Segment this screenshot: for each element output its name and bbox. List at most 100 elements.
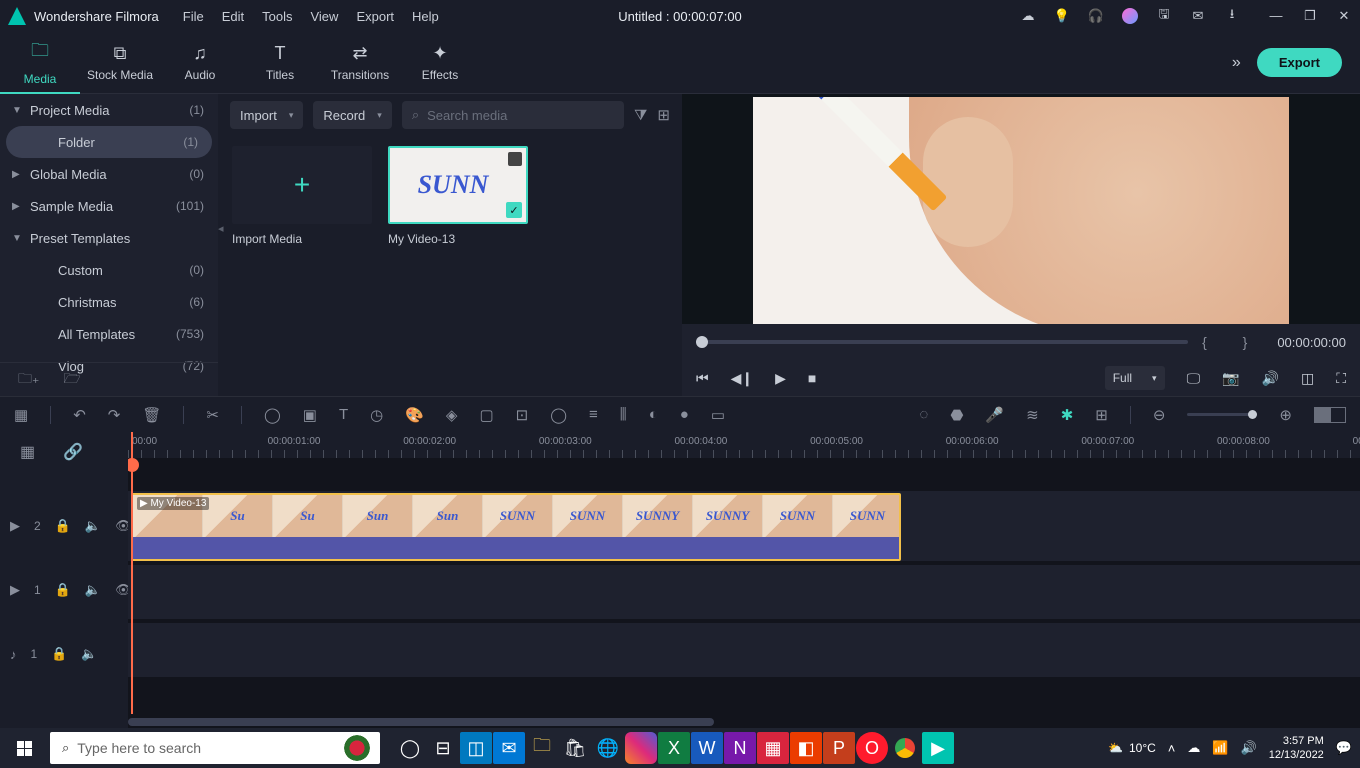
sidebar-item-all-templates[interactable]: All Templates(753) xyxy=(0,318,218,350)
magnet-icon[interactable]: ✱ xyxy=(1061,406,1074,424)
group-icon[interactable]: ▭ xyxy=(711,406,725,424)
sidebar-item-preset-templates[interactable]: ▼Preset Templates xyxy=(0,222,218,254)
volume-icon[interactable]: 🔊 xyxy=(1262,370,1279,387)
display-icon[interactable]: 🖵 xyxy=(1187,370,1201,387)
mixer-icon[interactable]: ⫼ xyxy=(620,406,627,423)
headphones-icon[interactable]: 🎧 xyxy=(1088,8,1104,24)
app-onenote[interactable]: N xyxy=(724,732,756,764)
menu-tools[interactable]: Tools xyxy=(262,9,292,24)
text-tool-icon[interactable]: T xyxy=(339,406,348,423)
preview-scrubber[interactable] xyxy=(696,340,1188,344)
speed-icon[interactable]: ◷ xyxy=(370,406,383,424)
app-opera[interactable]: O xyxy=(856,732,888,764)
account-icon[interactable] xyxy=(1122,8,1138,24)
import-media-tile[interactable]: + xyxy=(232,146,372,224)
zoom-in-icon[interactable]: ⊕ xyxy=(1279,406,1292,424)
app-excel[interactable]: X xyxy=(658,732,690,764)
render-icon[interactable]: ◐ xyxy=(649,406,658,423)
record-vo-icon[interactable]: ● xyxy=(680,406,689,423)
mute-icon[interactable]: 🔈 xyxy=(85,582,101,598)
app-trello[interactable]: ◫ xyxy=(460,732,492,764)
tab-transitions[interactable]: ⇄Transitions xyxy=(320,32,400,94)
keyframe-icon[interactable]: ◈ xyxy=(446,406,458,424)
mute-icon[interactable]: 🔈 xyxy=(85,518,101,534)
redo-icon[interactable]: ↷ xyxy=(108,406,121,424)
delete-icon[interactable]: 🗑 xyxy=(142,406,161,424)
taskview-icon[interactable]: ◯ xyxy=(394,732,426,764)
tab-stock-media[interactable]: ⧉Stock Media xyxy=(80,32,160,94)
cortana-icon[interactable]: ⊟ xyxy=(427,732,459,764)
lock-icon[interactable]: 🔒 xyxy=(55,518,71,534)
select-tool-icon[interactable]: ▦ xyxy=(14,406,28,424)
crop-icon[interactable]: ▣ xyxy=(303,406,317,424)
mark-in-out-icon[interactable]: { } xyxy=(1202,334,1263,350)
maximize-button[interactable]: ❐ xyxy=(1302,8,1318,24)
menu-view[interactable]: View xyxy=(310,9,338,24)
track-header-v1[interactable]: ▶1 🔒 🔈 👁 xyxy=(0,562,128,618)
record-dropdown[interactable]: Record▾ xyxy=(313,101,391,129)
track-header-v2[interactable]: ▶2 🔒 🔈 👁 xyxy=(0,490,128,562)
fullscreen-icon[interactable]: ⛶ xyxy=(1336,370,1346,387)
sidebar-item-folder[interactable]: Folder(1) xyxy=(6,126,212,158)
zoom-out-icon[interactable]: ⊖ xyxy=(1153,406,1166,424)
app-powerpoint[interactable]: P xyxy=(823,732,855,764)
detach-icon[interactable]: ⊡ xyxy=(516,406,529,424)
tab-titles[interactable]: TTitles xyxy=(240,32,320,94)
stop-icon[interactable]: ■ xyxy=(808,370,816,386)
notifications-icon[interactable]: 💬 xyxy=(1336,740,1352,756)
expand-tabs-icon[interactable]: » xyxy=(1216,54,1257,72)
snapshot-icon[interactable]: 📷 xyxy=(1222,370,1239,387)
app-explorer[interactable]: 🗀 xyxy=(526,732,558,764)
tray-volume-icon[interactable]: 🔊 xyxy=(1241,740,1257,756)
compare-icon[interactable]: ◫ xyxy=(1301,370,1314,387)
grid-view-icon[interactable]: ⊞ xyxy=(657,106,670,124)
app-filmora[interactable]: ▶ xyxy=(922,732,954,764)
add-marker-icon[interactable]: ⊞ xyxy=(1095,406,1108,424)
track-a1[interactable] xyxy=(128,622,1360,678)
message-icon[interactable]: ✉ xyxy=(1190,8,1206,24)
playhead[interactable] xyxy=(131,432,133,714)
save-icon[interactable]: 🖫 xyxy=(1156,8,1172,24)
play-icon[interactable]: ▶ xyxy=(775,370,786,387)
new-folder-icon[interactable]: 🗀₊ xyxy=(18,368,39,392)
voiceover-icon[interactable]: 🎤 xyxy=(985,406,1004,424)
export-button[interactable]: Export xyxy=(1257,48,1342,77)
timeline-clip[interactable]: ▶ My Video-13 Su Su Sun Sun SUNN SUNN SU… xyxy=(131,493,901,561)
app-store[interactable]: 🛍 xyxy=(559,732,591,764)
align-icon[interactable]: ≡ xyxy=(589,406,598,423)
tray-wifi-icon[interactable]: 📶 xyxy=(1212,740,1228,756)
filter-icon[interactable]: ⧩ xyxy=(634,107,647,124)
download-icon[interactable]: ⭳ xyxy=(1224,8,1240,24)
zoom-slider[interactable] xyxy=(1187,413,1257,416)
timeline-tracks[interactable]: 00:00 00:00:01:00 00:00:02:00 00:00:03:0… xyxy=(128,432,1360,728)
app-chrome[interactable] xyxy=(889,732,921,764)
menu-export[interactable]: Export xyxy=(356,9,394,24)
sidebar-item-christmas[interactable]: Christmas(6) xyxy=(0,286,218,318)
greenscreen-icon[interactable]: ▢ xyxy=(479,406,493,424)
view-mode-toggle[interactable] xyxy=(1314,407,1346,423)
tray-onedrive-icon[interactable]: ☁ xyxy=(1187,740,1200,756)
track-header-a1[interactable]: ♪1 🔒 🔈 xyxy=(0,632,128,676)
start-button[interactable] xyxy=(0,728,48,768)
minimize-button[interactable]: — xyxy=(1268,8,1284,24)
cloud-icon[interactable]: ☁ xyxy=(1020,8,1036,24)
mask-icon[interactable]: ◯ xyxy=(550,406,567,424)
close-button[interactable]: ✕ xyxy=(1336,8,1352,24)
lock-icon[interactable]: 🔒 xyxy=(55,582,71,598)
app-office[interactable]: ◧ xyxy=(790,732,822,764)
app-edge[interactable]: 🌐 xyxy=(592,732,624,764)
menu-help[interactable]: Help xyxy=(412,9,439,24)
menu-edit[interactable]: Edit xyxy=(222,9,244,24)
marker-icon[interactable]: ◯ xyxy=(264,406,281,424)
import-dropdown[interactable]: Import▾ xyxy=(230,101,303,129)
tray-expand-icon[interactable]: ˄ xyxy=(1168,741,1176,756)
tab-media[interactable]: 🗀Media xyxy=(0,32,80,94)
step-back-icon[interactable]: ◀❙ xyxy=(731,370,754,387)
split-icon[interactable]: ✂ xyxy=(206,406,219,424)
timeline-h-scrollbar[interactable] xyxy=(128,716,1348,728)
sidebar-item-custom[interactable]: Custom(0) xyxy=(0,254,218,286)
track-manager-icon[interactable]: ▦ xyxy=(20,442,35,462)
timeline-ruler[interactable]: 00:00 00:00:01:00 00:00:02:00 00:00:03:0… xyxy=(128,432,1360,458)
sidebar-item-sample-media[interactable]: ▶Sample Media(101) xyxy=(0,190,218,222)
auto-ripple-icon[interactable]: ◌ xyxy=(919,406,928,423)
